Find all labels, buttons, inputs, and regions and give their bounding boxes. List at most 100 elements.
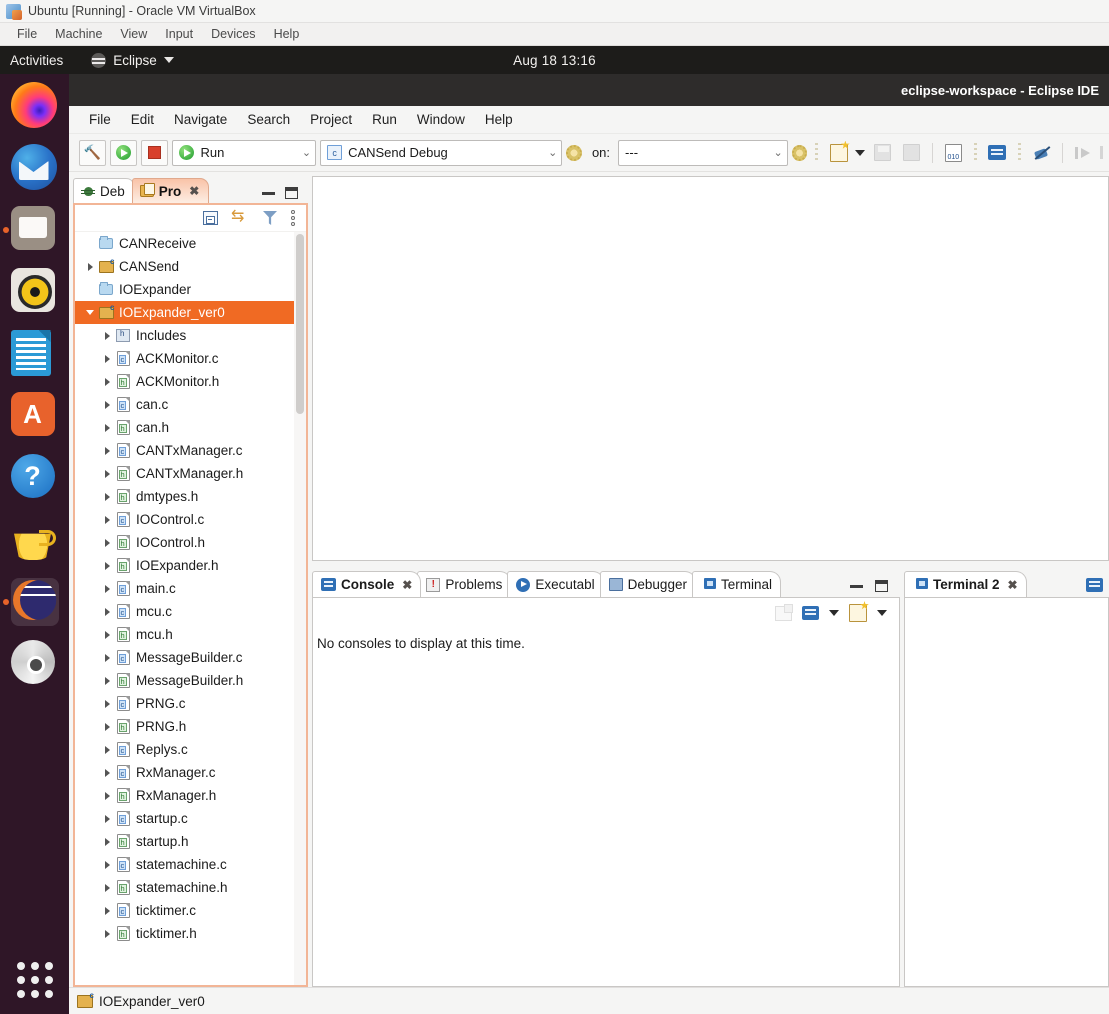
tree-item[interactable]: IOExpander_ver0 xyxy=(75,301,306,324)
open-console-button[interactable] xyxy=(985,140,1010,166)
new-dropdown-chevron-icon[interactable] xyxy=(855,149,866,156)
expand-arrow-icon[interactable] xyxy=(100,332,114,340)
tree-item[interactable]: CANReceive xyxy=(75,232,306,255)
tree-item[interactable]: statemachine.c xyxy=(75,853,306,876)
dock-item-cd-drive[interactable] xyxy=(10,640,59,688)
dock-item-eclipse[interactable] xyxy=(2,578,59,626)
run-button[interactable] xyxy=(110,139,138,166)
link-with-editor-icon[interactable] xyxy=(231,206,249,226)
toolbar-drag-handle[interactable] xyxy=(973,142,977,163)
maximize-view-button[interactable] xyxy=(285,187,298,199)
tree-item[interactable]: ticktimer.h xyxy=(75,922,306,945)
new-button[interactable] xyxy=(826,140,851,166)
menu-navigate[interactable]: Navigate xyxy=(164,110,237,129)
open-console-icon[interactable] xyxy=(849,604,867,622)
expand-arrow-icon[interactable] xyxy=(100,585,114,593)
tab-debug[interactable]: Deb xyxy=(73,178,135,203)
vbox-menu-view[interactable]: View xyxy=(111,25,156,43)
collapse-all-icon[interactable] xyxy=(203,211,218,225)
expand-arrow-icon[interactable] xyxy=(100,815,114,823)
tree-item[interactable]: IOExpander xyxy=(75,278,306,301)
menu-search[interactable]: Search xyxy=(237,110,300,129)
virtualbox-menubar[interactable]: File Machine View Input Devices Help xyxy=(0,23,1109,46)
menu-file[interactable]: File xyxy=(79,110,121,129)
tree-item[interactable]: MessageBuilder.h xyxy=(75,669,306,692)
close-icon[interactable]: ✖ xyxy=(402,578,412,592)
tree-item[interactable]: IOControl.c xyxy=(75,508,306,531)
tree-item[interactable]: CANTxManager.h xyxy=(75,462,306,485)
tree-item[interactable]: IOControl.h xyxy=(75,531,306,554)
launch-config-combo[interactable]: c CANSend Debug ⌄ xyxy=(320,139,563,166)
tree-item[interactable]: can.h xyxy=(75,416,306,439)
close-icon[interactable]: ✖ xyxy=(1008,578,1018,592)
tree-item[interactable]: mcu.c xyxy=(75,600,306,623)
tree-item[interactable]: MessageBuilder.c xyxy=(75,646,306,669)
expand-arrow-icon[interactable] xyxy=(100,401,114,409)
dock-item-help[interactable] xyxy=(10,454,59,502)
expand-arrow-icon[interactable] xyxy=(100,562,114,570)
minimize-view-button[interactable] xyxy=(850,584,863,588)
expand-arrow-icon[interactable] xyxy=(100,861,114,869)
tab-debugger-console[interactable]: Debugger xyxy=(599,571,696,597)
project-tree[interactable]: CANReceive CANSend IOExpander IOExpander_ve… xyxy=(75,232,306,985)
save-button[interactable] xyxy=(869,140,894,166)
stop-button[interactable] xyxy=(141,139,169,166)
dock-item-amazon[interactable] xyxy=(11,516,59,564)
maximize-view-button[interactable] xyxy=(875,580,888,592)
tree-item[interactable]: IOExpander.h xyxy=(75,554,306,577)
expand-arrow-icon[interactable] xyxy=(83,263,97,271)
expand-arrow-icon[interactable] xyxy=(100,539,114,547)
tree-item[interactable]: mcu.h xyxy=(75,623,306,646)
dock-item-libreoffice-writer[interactable] xyxy=(10,330,59,378)
menu-edit[interactable]: Edit xyxy=(121,110,164,129)
build-button[interactable]: 🔨 xyxy=(79,139,107,166)
expand-arrow-icon[interactable] xyxy=(100,723,114,731)
editor-area[interactable] xyxy=(312,176,1109,561)
expand-arrow-icon[interactable] xyxy=(100,930,114,938)
chevron-down-icon[interactable] xyxy=(877,610,887,616)
tab-problems[interactable]: Problems xyxy=(417,571,512,597)
launch-target-settings-icon[interactable] xyxy=(791,144,808,161)
app-indicator-eclipse[interactable]: Eclipse xyxy=(91,52,174,68)
vbox-menu-file[interactable]: File xyxy=(8,25,46,43)
show-applications-button[interactable] xyxy=(16,962,53,998)
dock-item-rhythmbox[interactable] xyxy=(10,268,59,316)
launch-config-settings-icon[interactable] xyxy=(566,144,582,161)
toggle-binary-button[interactable]: 010 xyxy=(941,140,966,166)
menu-run[interactable]: Run xyxy=(362,110,407,129)
expand-arrow-icon[interactable] xyxy=(100,792,114,800)
tree-item[interactable]: ACKMonitor.h xyxy=(75,370,306,393)
chevron-down-icon[interactable] xyxy=(829,610,839,616)
expand-arrow-icon[interactable] xyxy=(100,700,114,708)
filter-icon[interactable] xyxy=(263,211,277,225)
new-terminal-icon[interactable] xyxy=(1086,578,1103,592)
tree-item[interactable]: Replys.c xyxy=(75,738,306,761)
tree-vertical-scrollbar[interactable] xyxy=(294,232,306,985)
collapse-arrow-icon[interactable] xyxy=(83,310,97,315)
tree-item[interactable]: can.c xyxy=(75,393,306,416)
tree-item[interactable]: PRNG.h xyxy=(75,715,306,738)
tree-item[interactable]: RxManager.c xyxy=(75,761,306,784)
expand-arrow-icon[interactable] xyxy=(100,378,114,386)
tree-item[interactable]: main.c xyxy=(75,577,306,600)
launch-target-combo[interactable]: --- ⌄ xyxy=(618,139,788,166)
skip-breakpoints-button[interactable] xyxy=(1029,140,1054,166)
tree-item[interactable]: PRNG.c xyxy=(75,692,306,715)
menu-help[interactable]: Help xyxy=(475,110,523,129)
eclipse-menubar[interactable]: File Edit Navigate Search Project Run Wi… xyxy=(69,106,1109,134)
expand-arrow-icon[interactable] xyxy=(100,769,114,777)
expand-arrow-icon[interactable] xyxy=(100,470,114,478)
tree-item[interactable]: dmtypes.h xyxy=(75,485,306,508)
tree-item[interactable]: CANSend xyxy=(75,255,306,278)
expand-arrow-icon[interactable] xyxy=(100,654,114,662)
launch-mode-combo[interactable]: Run ⌄ xyxy=(172,139,317,166)
dock-item-thunderbird[interactable] xyxy=(10,144,59,192)
dock-item-files[interactable] xyxy=(2,206,59,254)
minimize-view-button[interactable] xyxy=(262,191,275,195)
tab-console[interactable]: Console ✖ xyxy=(312,571,422,597)
menu-project[interactable]: Project xyxy=(300,110,362,129)
tree-item[interactable]: ACKMonitor.c xyxy=(75,347,306,370)
expand-arrow-icon[interactable] xyxy=(100,838,114,846)
toolbar-drag-handle[interactable] xyxy=(815,142,819,163)
view-menu-icon[interactable] xyxy=(291,210,295,226)
